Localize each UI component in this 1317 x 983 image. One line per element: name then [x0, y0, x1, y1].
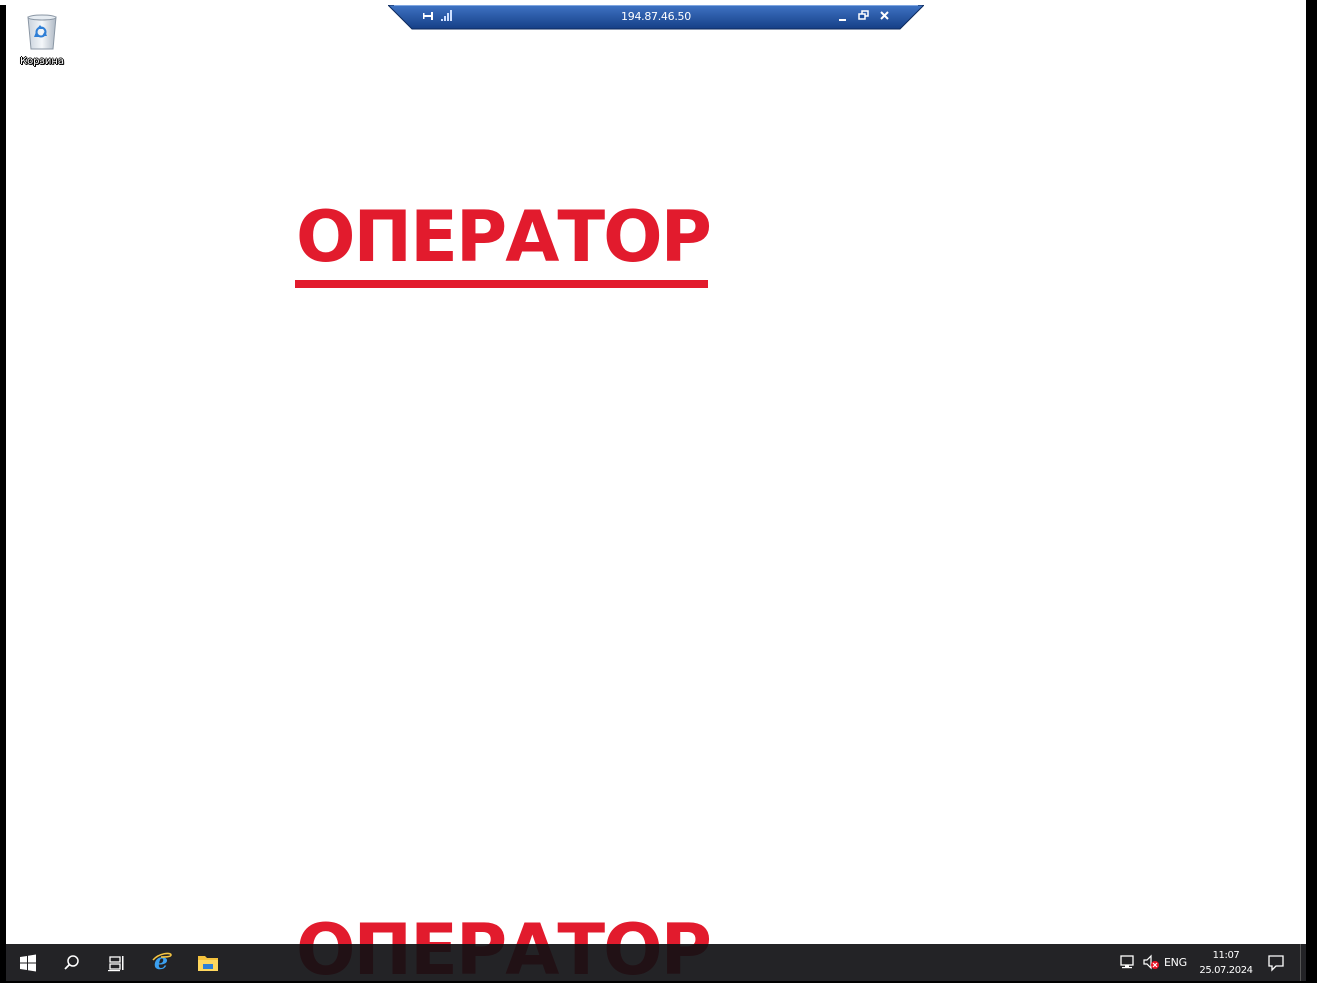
rdp-connection-bar[interactable]: 194.87.46.50	[388, 5, 924, 30]
close-icon[interactable]	[878, 8, 892, 24]
file-explorer-icon	[198, 956, 218, 971]
input-language[interactable]: ENG	[1164, 956, 1187, 969]
windows-start-icon	[20, 954, 36, 972]
network-icon[interactable]	[1119, 953, 1137, 971]
task-view-icon	[108, 956, 124, 972]
search-icon	[64, 955, 79, 970]
file-explorer-button[interactable]	[186, 944, 230, 981]
internet-explorer-icon: e	[152, 951, 172, 973]
remote-desktop: Корзина ОПЕРАТОР ОПЕРАТОР	[6, 5, 1306, 981]
task-view-button[interactable]	[95, 944, 139, 981]
recycle-bin-icon	[25, 13, 59, 51]
start-button[interactable]	[6, 944, 50, 981]
rdp-host-title: 194.87.46.50	[621, 10, 691, 23]
clock-time: 11:07	[1212, 950, 1240, 961]
signal-icon[interactable]	[440, 8, 454, 24]
notification-icon[interactable]	[1267, 954, 1285, 972]
pin-icon[interactable]	[422, 8, 436, 24]
show-desktop-button[interactable]	[1300, 944, 1306, 981]
minimize-icon[interactable]	[836, 8, 850, 24]
desktop-icon-recycle-bin[interactable]: Корзина	[14, 13, 70, 69]
desktop-icon-label: Корзина	[19, 56, 65, 67]
wallpaper-text-top: ОПЕРАТОР	[296, 196, 712, 278]
clock-date: 25.07.2024	[1199, 965, 1253, 976]
search-button[interactable]	[50, 944, 94, 981]
screen-right-border	[1306, 0, 1317, 983]
clock[interactable]: 11:07 25.07.2024	[1194, 948, 1258, 978]
wallpaper-underline	[295, 280, 708, 288]
volume-muted-icon[interactable]	[1142, 953, 1160, 971]
taskbar: e ENG 11:07 25.07.2024	[6, 944, 1306, 981]
restore-icon[interactable]	[857, 8, 871, 24]
internet-explorer-button[interactable]: e	[140, 944, 184, 981]
